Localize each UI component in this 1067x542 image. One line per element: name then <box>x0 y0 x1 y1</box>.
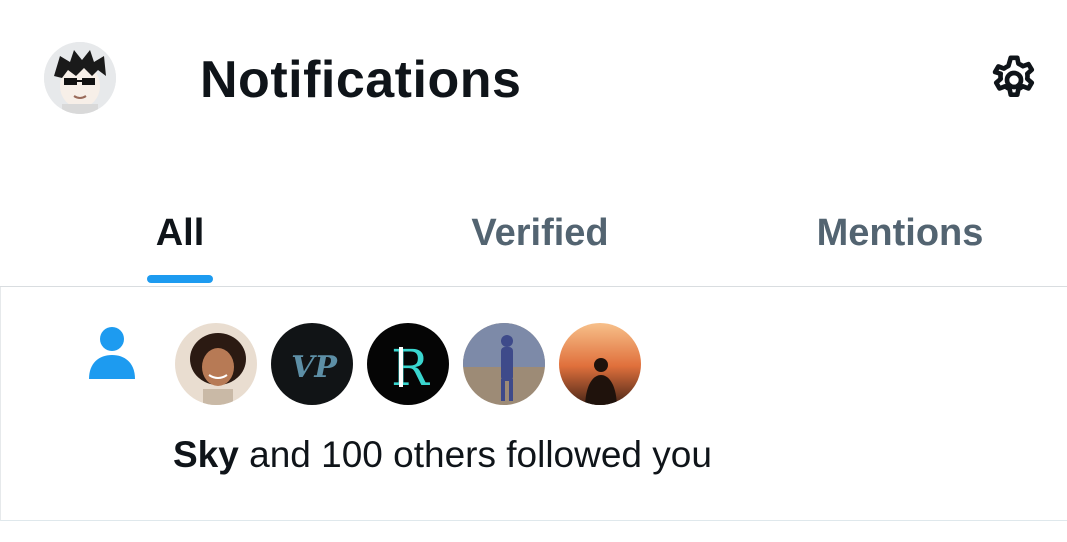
follower-avatar[interactable]: R <box>365 321 451 407</box>
r-logo-image: R <box>367 323 449 405</box>
tab-bar: All Verified Mentions <box>0 180 1067 287</box>
notification-actor[interactable]: Sky <box>173 434 239 475</box>
gear-icon <box>992 55 1035 98</box>
svg-text:VP: VP <box>291 350 338 385</box>
follower-avatar[interactable] <box>461 321 547 407</box>
header: Notifications <box>0 0 1067 160</box>
person-silhouette-image <box>463 323 545 405</box>
person-icon <box>87 325 137 381</box>
tab-all[interactable]: All <box>120 180 240 286</box>
profile-avatar-image <box>44 42 116 114</box>
tab-verified[interactable]: Verified <box>420 180 660 286</box>
vp-logo-image: VP <box>271 323 353 405</box>
follower-avatar[interactable]: VP <box>269 321 355 407</box>
follower-avatar[interactable] <box>557 321 643 407</box>
page-title: Notifications <box>200 51 522 109</box>
notification-text: Sky and 100 others followed you <box>173 433 712 477</box>
notification-item[interactable]: VP R Sky and 100 others followed you <box>0 287 1067 521</box>
follower-avatar[interactable] <box>173 321 259 407</box>
notifications-screen: Notifications All Verified Mentions VP R… <box>0 0 1067 542</box>
settings-button[interactable] <box>980 46 1048 114</box>
woman-portrait-image <box>175 323 257 405</box>
notification-message: and 100 others followed you <box>238 434 712 475</box>
tab-mentions[interactable]: Mentions <box>790 180 1010 286</box>
svg-text:R: R <box>391 339 430 397</box>
active-tab-indicator <box>147 275 213 283</box>
sunset-person-image <box>559 323 641 405</box>
profile-avatar[interactable] <box>44 42 116 114</box>
